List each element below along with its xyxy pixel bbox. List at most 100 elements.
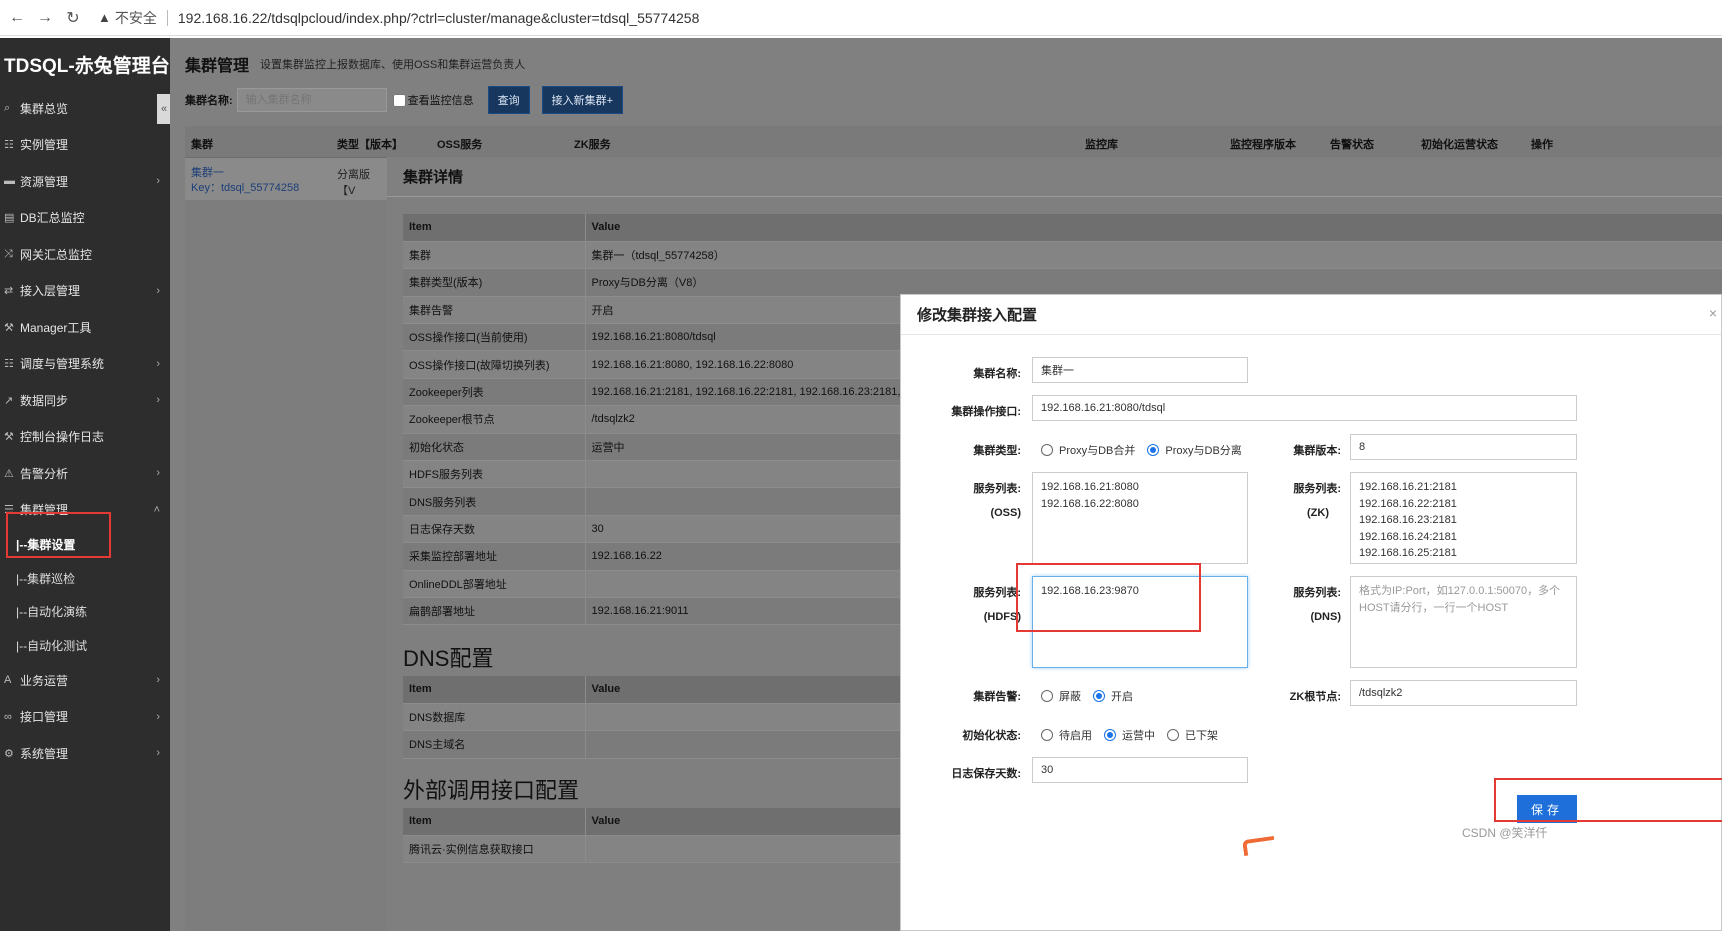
sidebar-item[interactable]: ☷ 调度与管理系统 › xyxy=(0,346,170,383)
item-cell: Zookeeper列表 xyxy=(403,378,586,407)
sidebar-subitem[interactable]: |--集群巡检 xyxy=(0,562,170,596)
cluster-alarm-radio-group: 屏蔽 开启 xyxy=(1041,688,1145,704)
sidebar-item[interactable]: ⌕ 集群总览 xyxy=(0,90,170,127)
cluster-link[interactable]: 集群一 Key：tdsql_55774258 xyxy=(191,166,299,196)
type-option-merged[interactable]: Proxy与DB合并 xyxy=(1041,442,1135,458)
cluster-name-input[interactable] xyxy=(236,88,387,112)
init-option-running[interactable]: 运营中 xyxy=(1104,727,1155,743)
col-type: 类型【版本】 xyxy=(337,139,403,151)
query-button[interactable]: 查询 xyxy=(487,86,530,114)
sidebar-item-label: 资源管理 xyxy=(20,174,69,189)
sidebar-item[interactable]: ▬ 资源管理 › xyxy=(0,163,170,200)
sidebar-item[interactable]: ☷ 实例管理 xyxy=(0,127,170,164)
log-days-field[interactable]: 30 xyxy=(1032,757,1248,783)
item-cell: 集群 xyxy=(403,241,586,270)
chart-icon: ↗ xyxy=(4,394,14,407)
cluster-version-field[interactable]: 8 xyxy=(1350,434,1577,460)
dns-service-textarea[interactable]: 格式为IP:Port，如127.0.0.1:50070，多个HOST请分行，一行… xyxy=(1350,576,1577,668)
gear-icon: ⚙ xyxy=(4,747,14,760)
security-text: 不安全 xyxy=(114,9,157,26)
init-option-offline[interactable]: 已下架 xyxy=(1167,727,1218,743)
item-cell: OnlineDDL部署地址 xyxy=(403,570,586,598)
sidebar-item[interactable]: ▤ DB汇总监控 xyxy=(0,200,170,237)
type-option-separated[interactable]: Proxy与DB分离 xyxy=(1147,442,1242,458)
type-option-merged-label: Proxy与DB合并 xyxy=(1059,445,1136,457)
oss-service-textarea[interactable]: 192.168.16.21:8080 192.168.16.22:8080 xyxy=(1032,472,1248,564)
radio-checked[interactable] xyxy=(1147,444,1160,456)
radio-unchecked[interactable] xyxy=(1041,444,1053,456)
radio-checked[interactable] xyxy=(1093,690,1105,702)
address-bar[interactable]: ▲ 不安全 192.168.16.22/tdsqlpcloud/index.ph… xyxy=(98,8,699,28)
zk-root-field[interactable]: /tdsqlzk2 xyxy=(1350,680,1577,706)
cluster-api-field[interactable]: 192.168.16.21:8080/tdsql xyxy=(1032,395,1577,421)
cluster-name-field[interactable]: 集群一 xyxy=(1032,357,1248,383)
brand-title: TDSQL-赤兔管理台 xyxy=(4,55,170,77)
chevron-right-icon: › xyxy=(156,284,160,297)
monitor-checkbox[interactable] xyxy=(392,93,406,107)
link-icon: ∞ xyxy=(4,710,12,723)
table-header-row: Item Value xyxy=(403,214,1722,242)
sidebar-item-label: 业务运营 xyxy=(20,673,69,688)
sidebar-item[interactable]: ⇄ 接入层管理 › xyxy=(0,273,170,310)
radio-unchecked[interactable] xyxy=(1041,729,1053,741)
sidebar-item-label: 调度与管理系统 xyxy=(20,357,105,372)
sidebar-item[interactable]: ⚙ 系统管理 › xyxy=(0,735,170,772)
add-cluster-button[interactable]: 接入新集群+ xyxy=(541,86,624,114)
divider xyxy=(166,9,168,26)
chevron-right-icon: › xyxy=(156,747,160,760)
sidebar-item[interactable]: ↗ 数据同步 › xyxy=(0,382,170,419)
table-row: 集群 集群一（tdsql_55774258） xyxy=(403,241,1722,270)
cluster-key: Key：tdsql_55774258 xyxy=(191,182,300,194)
close-icon[interactable]: × xyxy=(1709,305,1717,321)
alarm-option-on[interactable]: 开启 xyxy=(1093,688,1133,704)
col-zk: ZK服务 xyxy=(574,139,611,151)
forward-icon[interactable]: → xyxy=(34,7,56,29)
sidebar-item[interactable]: ⤨ 网关汇总监控 xyxy=(0,236,170,273)
table-header-cell: Item xyxy=(403,676,586,704)
detail-title: 集群详情 xyxy=(387,157,1722,197)
chevron-right-icon: › xyxy=(156,394,160,407)
sidebar-item[interactable]: ⚠ 告警分析 › xyxy=(0,455,170,492)
log-days-label: 日志保存天数: xyxy=(951,768,1021,780)
sidebar-subitem[interactable]: |--自动化演练 xyxy=(0,595,170,629)
init-option-pending[interactable]: 待启用 xyxy=(1041,727,1092,743)
sidebar-item[interactable]: ⚒ 控制台操作日志 xyxy=(0,419,170,456)
item-cell: HDFS服务列表 xyxy=(403,460,586,489)
monitor-checkbox-wrap[interactable]: 查看监控信息 xyxy=(392,92,474,108)
sidebar-item-label: Manager工具 xyxy=(20,320,92,335)
hdfs-service-label: 服务列表: xyxy=(973,587,1021,599)
init-option-pending-label: 待启用 xyxy=(1059,730,1092,742)
sidebar-item[interactable]: A 业务运营 › xyxy=(0,662,170,699)
alarm-option-mute[interactable]: 屏蔽 xyxy=(1041,688,1081,704)
tool-icon: ⚒ xyxy=(4,321,14,334)
highlight-box-hdfs xyxy=(1016,563,1201,632)
sidebar-item-label: DB汇总监控 xyxy=(20,211,85,226)
reload-icon[interactable]: ↻ xyxy=(62,7,84,29)
oss-service-sub: (OSS) xyxy=(990,507,1021,519)
value-cell: 集群一（tdsql_55774258） xyxy=(585,241,1722,270)
sidebar-item-label: 告警分析 xyxy=(20,466,69,481)
radio-unchecked[interactable] xyxy=(1041,690,1053,702)
sidebar-subitem[interactable]: |--自动化测试 xyxy=(0,629,170,663)
cluster-api-label: 集群操作接口: xyxy=(951,406,1021,418)
cluster-type-radio-group: Proxy与DB合并 Proxy与DB分离 xyxy=(1041,442,1254,458)
chevron-right-icon: › xyxy=(156,710,160,723)
cluster-name[interactable]: 集群一 xyxy=(191,166,299,181)
item-cell: 初始化状态 xyxy=(403,433,586,462)
url-text[interactable]: 192.168.16.22/tdsqlpcloud/index.php/?ctr… xyxy=(178,10,699,26)
sidebar-item[interactable]: ⚒ Manager工具 xyxy=(0,309,170,346)
sidebar-item-label: 接口管理 xyxy=(20,710,69,725)
radio-checked[interactable] xyxy=(1104,729,1116,741)
sidebar-item-label: 控制台操作日志 xyxy=(20,430,105,445)
sidebar-item[interactable]: ∞ 接口管理 › xyxy=(0,699,170,736)
sidebar-item-label: 集群总览 xyxy=(20,101,69,116)
back-icon[interactable]: ← xyxy=(6,7,28,29)
font-icon: A xyxy=(4,674,12,687)
item-cell: 腾讯云·实例信息获取接口 xyxy=(403,835,586,864)
sidebar-item-label: 数据同步 xyxy=(20,393,69,408)
cluster-type-label: 集群类型: xyxy=(973,445,1021,457)
alarm-option-mute-label: 屏蔽 xyxy=(1059,691,1081,703)
radio-unchecked[interactable] xyxy=(1167,729,1179,741)
oss-service-label: 服务列表: xyxy=(973,483,1021,495)
zk-service-textarea[interactable]: 192.168.16.21:2181 192.168.16.22:2181 19… xyxy=(1350,472,1577,564)
